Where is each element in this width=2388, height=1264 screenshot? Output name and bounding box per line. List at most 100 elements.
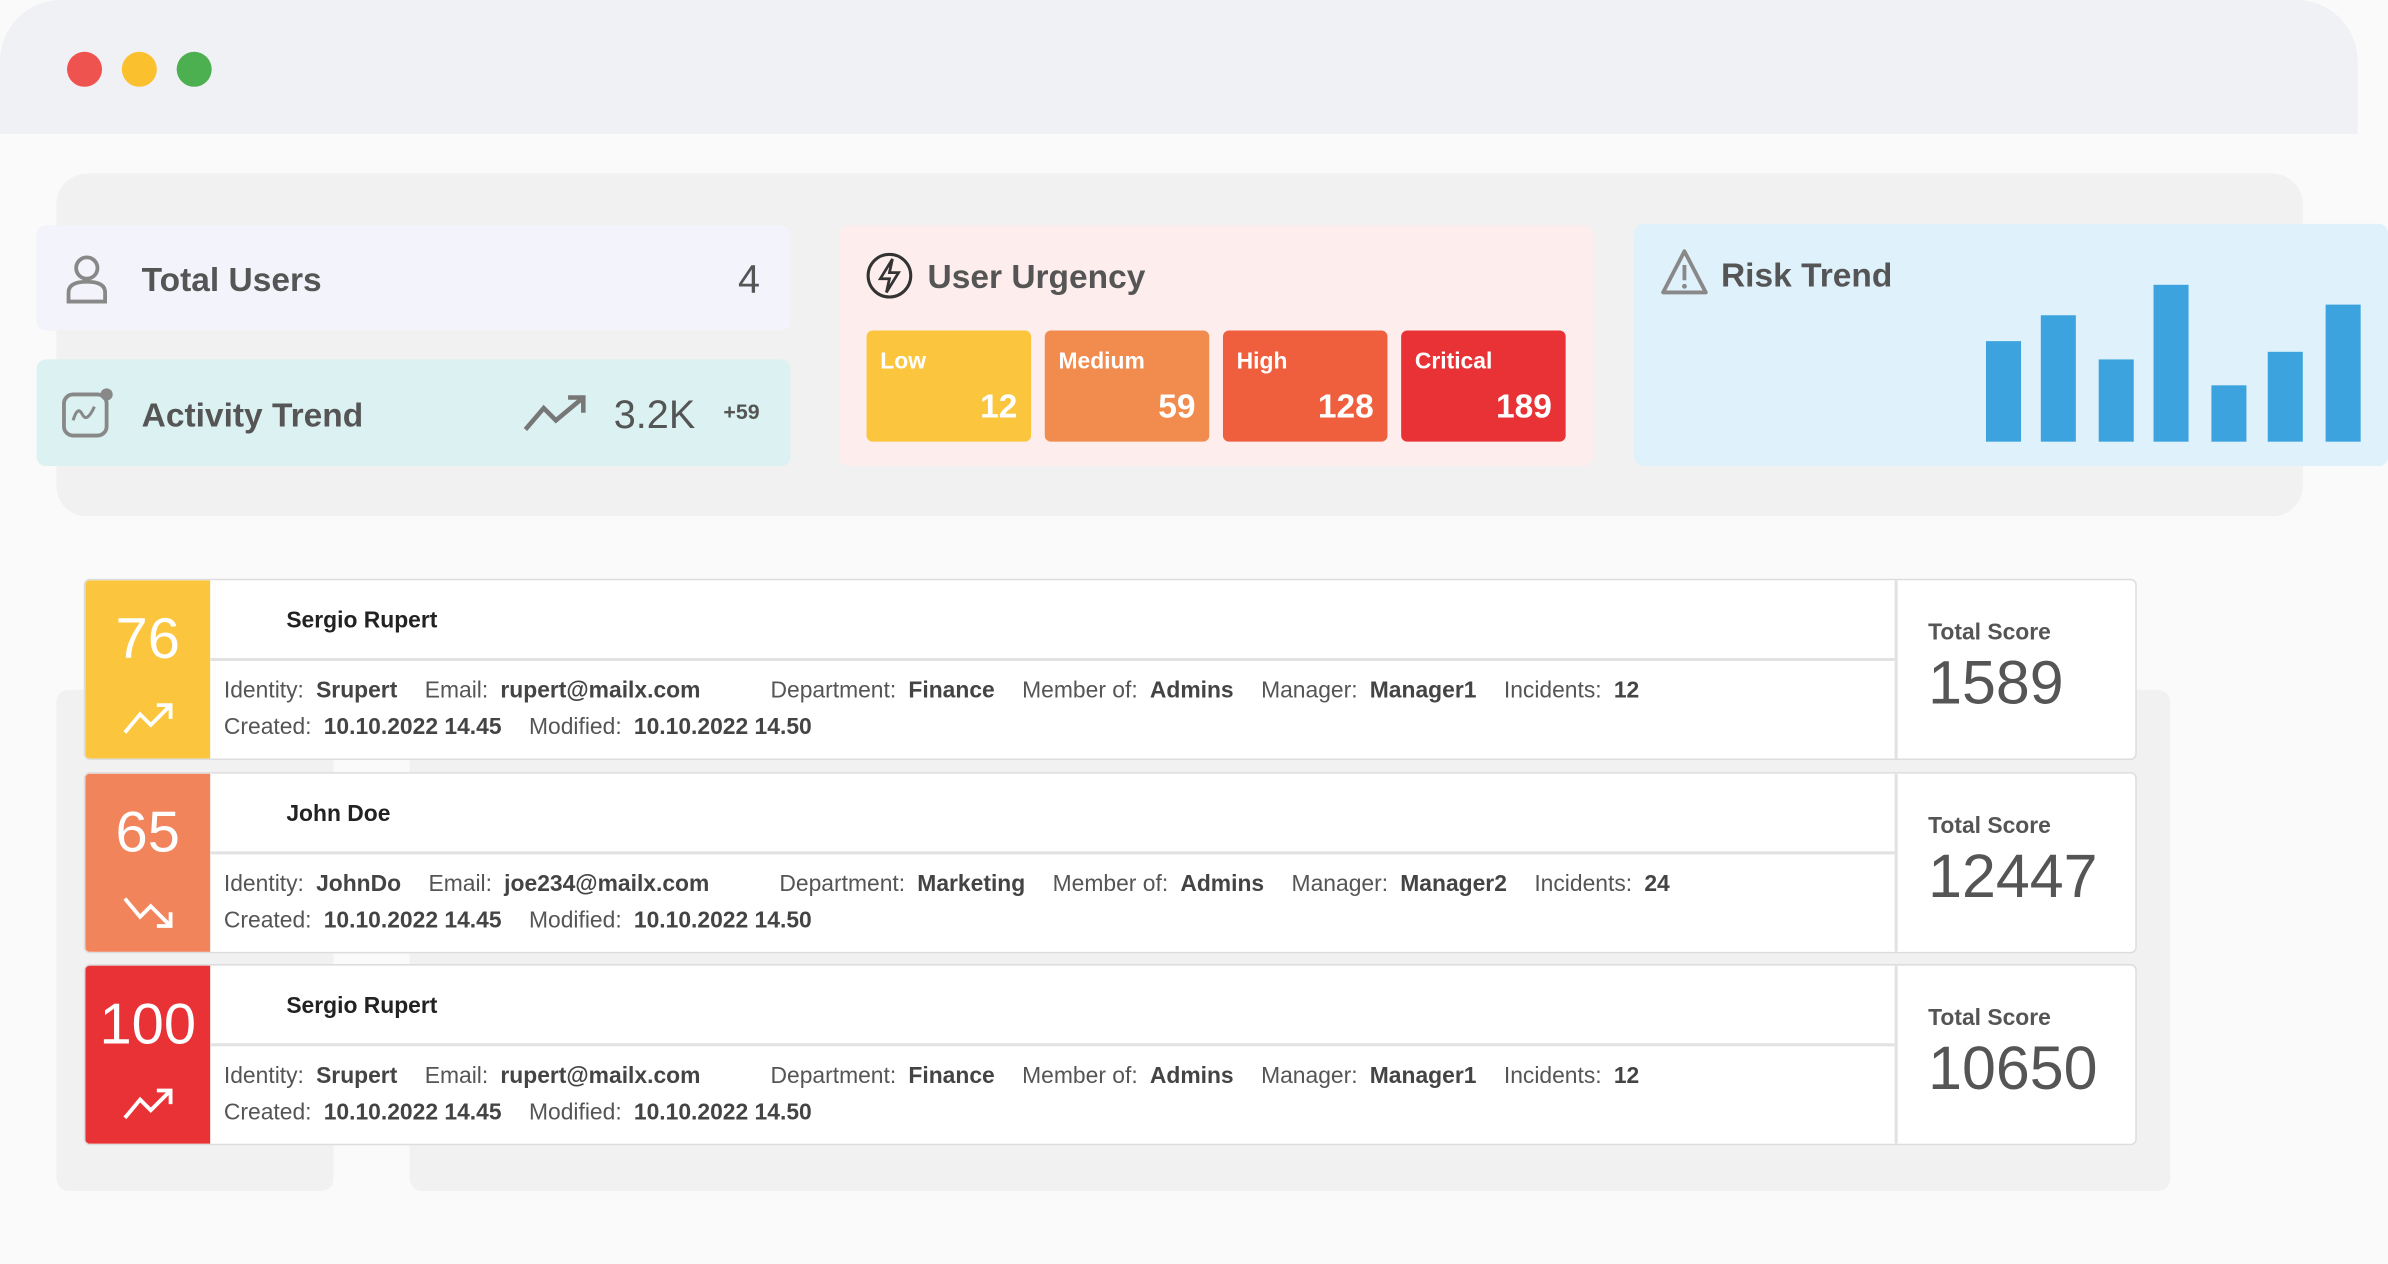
risk-trend-bar [2267, 352, 2303, 442]
activity-trend-title: Activity Trend [141, 395, 364, 435]
urgency-tile-high[interactable]: High 128 [1222, 330, 1388, 442]
urgency-label: Low [880, 348, 926, 375]
total-score-value: 10650 [1928, 1035, 2098, 1103]
identity-field: Identity: Srupert [224, 1063, 397, 1089]
modified-field: Modified: 10.10.2022 14.50 [529, 908, 812, 934]
divider [210, 1043, 1895, 1047]
identity-field: Identity: Srupert [224, 678, 397, 704]
incidents-label: Incidents: [1503, 677, 1602, 704]
total-score-label: Total Score [1928, 619, 2051, 646]
member-of-label: Member of: [1022, 1063, 1138, 1089]
incidents-value: 24 [1644, 871, 1670, 898]
created-value: 10.10.2022 14.45 [323, 907, 502, 934]
urgency-count: 12 [980, 386, 1018, 425]
risk-trend-bar [2325, 305, 2361, 442]
urgency-label: Medium [1058, 348, 1145, 375]
department-field: Department: Finance [770, 1063, 994, 1089]
modified-value: 10.10.2022 14.50 [633, 907, 812, 934]
identity-label: Identity: [223, 871, 304, 898]
user-name[interactable]: Sergio Rupert [286, 993, 437, 1019]
created-label: Created: [223, 907, 312, 934]
manager-label: Manager: [1261, 1063, 1358, 1089]
user-urgency-title: User Urgency [927, 257, 1146, 296]
manager-field: Manager: Manager2 [1292, 871, 1507, 897]
lightning-icon [866, 252, 913, 299]
incidents-field: Incidents: 12 [1504, 1063, 1639, 1089]
maximize-window-button[interactable] [176, 51, 212, 87]
divider [210, 851, 1895, 855]
risk-trend-bar [1985, 341, 2022, 442]
risk-trend-bar [2098, 360, 2134, 442]
identity-value: JohnDo [316, 871, 402, 898]
activity-trend-card[interactable]: Activity Trend 3.2K +59 [36, 359, 791, 467]
urgency-tile-critical[interactable]: Critical 189 [1401, 330, 1566, 442]
risk-trend-bar [2211, 385, 2247, 442]
minimize-window-button[interactable] [121, 51, 157, 87]
modified-label: Modified: [528, 907, 622, 934]
member-of-field: Member of: Admins [1022, 1063, 1234, 1089]
department-value: Finance [908, 677, 995, 704]
urgency-label: Critical [1414, 348, 1493, 375]
total-users-value: 4 [737, 255, 760, 302]
total-score-value: 1589 [1928, 650, 2064, 718]
identity-label: Identity: [223, 677, 304, 704]
trend-down-icon [123, 897, 173, 928]
created-label: Created: [223, 1099, 312, 1126]
urgency-count: 189 [1496, 386, 1552, 425]
manager-label: Manager: [1291, 871, 1389, 898]
manager-value: Manager1 [1369, 677, 1477, 704]
dashboard-window: Total Users 4 Activity Trend 3.2K +59 Us… [0, 0, 2388, 1264]
modified-value: 10.10.2022 14.50 [633, 714, 812, 741]
email-value: rupert@mailx.com [500, 1063, 701, 1089]
urgency-tile-low[interactable]: Low 12 [866, 330, 1032, 442]
total-score-box: Total Score 12447 [1894, 773, 2136, 952]
user-icon [66, 255, 107, 304]
warning-icon [1661, 249, 1708, 295]
trend-up-icon [123, 703, 173, 734]
email-label: Email: [428, 871, 493, 898]
incidents-value: 12 [1613, 1063, 1640, 1089]
close-window-button[interactable] [67, 51, 103, 87]
trend-up-icon [123, 1088, 173, 1120]
email-field: Email: rupert@mailx.com [425, 678, 701, 704]
risk-trend-bar [2153, 284, 2189, 442]
created-value: 10.10.2022 14.45 [323, 1099, 502, 1126]
user-name[interactable]: Sergio Rupert [286, 608, 437, 634]
department-field: Department: Finance [770, 678, 994, 704]
user-row[interactable]: 100 Sergio Rupert Identity: Srupert Email:… [83, 964, 2137, 1146]
user-row[interactable]: 76 Sergio Rupert Identity: Srupert Email: r… [83, 578, 2137, 760]
urgency-count: 128 [1317, 386, 1374, 425]
risk-score: 65 [115, 801, 180, 866]
incidents-field: Incidents: 24 [1534, 871, 1669, 897]
email-value: rupert@mailx.com [500, 677, 701, 704]
modified-value: 10.10.2022 14.50 [633, 1099, 812, 1126]
total-score-label: Total Score [1928, 813, 2051, 840]
total-score-box: Total Score 1589 [1894, 580, 2136, 759]
email-field: Email: joe234@mailx.com [429, 871, 710, 897]
identity-value: Srupert [316, 1063, 398, 1089]
user-details: Sergio Rupert Identity: Srupert Email: rupe… [210, 966, 1895, 1144]
department-value: Finance [908, 1063, 995, 1089]
identity-value: Srupert [316, 677, 398, 704]
total-users-card[interactable]: Total Users 4 [36, 225, 791, 331]
email-field: Email: rupert@mailx.com [425, 1063, 701, 1089]
email-label: Email: [424, 677, 489, 704]
member-of-label: Member of: [1052, 871, 1169, 898]
member-of-field: Member of: Admins [1053, 871, 1265, 897]
user-row[interactable]: 65 John Doe Identity: JohnDo Email: joe234@… [83, 772, 2137, 954]
department-label: Department: [770, 1063, 897, 1089]
trend-up-icon [523, 395, 586, 431]
user-name[interactable]: John Doe [286, 801, 390, 827]
incidents-label: Incidents: [1503, 1063, 1602, 1089]
urgency-tile-medium[interactable]: Medium 59 [1044, 330, 1210, 442]
total-score-value: 12447 [1928, 843, 2098, 911]
created-field: Created: 10.10.2022 14.45 [224, 908, 502, 934]
manager-label: Manager: [1261, 677, 1358, 704]
modified-label: Modified: [528, 714, 622, 741]
total-users-title: Total Users [141, 260, 322, 299]
manager-field: Manager: Manager1 [1261, 1063, 1476, 1089]
member-of-value: Admins [1149, 677, 1234, 704]
risk-score: 76 [115, 607, 180, 672]
department-label: Department: [770, 677, 897, 704]
manager-value: Manager2 [1400, 871, 1507, 898]
